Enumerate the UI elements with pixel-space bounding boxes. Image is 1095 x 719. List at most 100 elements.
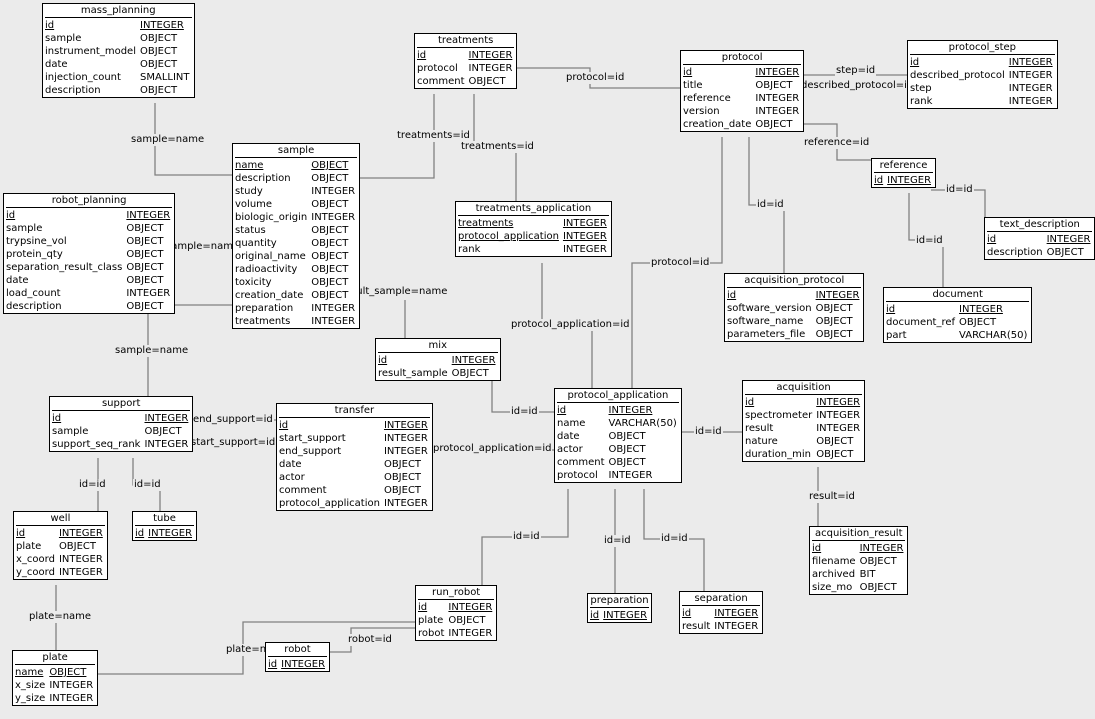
column-row: id INTEGER [267,658,328,671]
column-type: INTEGER [608,470,653,481]
column-type: INTEGER [126,210,171,221]
relation-label: step=id [835,65,877,77]
column-type: INTEGER [281,659,326,670]
column-row: version INTEGER [682,105,802,118]
entity-reference[interactable]: reference id INTEGER [871,158,937,188]
column-list: id INTEGER software_version OBJECT software_… [726,289,862,341]
column-type: OBJECT [140,59,178,70]
column-row: size_mo OBJECT [811,581,906,594]
relation-label: robot=id [347,634,393,646]
entity-title: protocol [683,51,802,65]
column-type: INTEGER [451,355,496,366]
column-name: radioactivity [235,264,298,275]
column-name: size_mo [812,582,853,593]
entity-run_robot[interactable]: run_robot id INTEGER plate OBJECT robot INTEGE… [415,585,498,641]
column-row: id INTEGER [278,419,431,432]
column-type: INTEGER [448,602,493,613]
column-type: INTEGER [755,106,800,117]
relation-label: end_support=id [192,414,274,426]
entity-tube[interactable]: tube id INTEGER [132,511,198,541]
column-name: step [910,83,932,94]
entity-mass_planning[interactable]: mass_planning id INTEGER sample OBJECT instru… [42,3,195,98]
column-row: radioactivity OBJECT [234,263,358,276]
column-name: date [557,431,580,442]
column-type: INTEGER [383,420,428,431]
column-row: protocol INTEGER [556,469,680,482]
column-row: id INTEGER [416,49,515,62]
column-name: injection_count [45,72,121,83]
entity-well[interactable]: well id INTEGER plate OBJECT x_coord INTEGER y_… [13,511,108,580]
entity-protocol_step[interactable]: protocol_step id INTEGER described_protocol… [907,40,1058,109]
column-name: version [683,106,720,117]
entity-acquisition_protocol[interactable]: acquisition_protocol id INTEGER software_ve… [724,273,865,342]
entity-text_description[interactable]: text_description id INTEGER description OBJE… [984,217,1095,260]
column-row: document_ref OBJECT [885,316,1030,329]
column-type: INTEGER [603,610,648,621]
column-type: OBJECT [311,277,349,288]
column-row: archived BIT [811,568,906,581]
entity-mix[interactable]: mix id INTEGER result_sample OBJECT [375,338,501,381]
column-type: OBJECT [49,667,87,678]
relation-label: treatments=id [460,141,535,153]
column-name: sample [6,223,43,234]
entity-protocol_application[interactable]: protocol_application id INTEGER name VARCHAR… [554,388,682,483]
column-row: date OBJECT [5,274,173,287]
entity-robot[interactable]: robot id INTEGER [265,642,331,672]
entity-title: separation [682,592,761,606]
entity-protocol[interactable]: protocol id INTEGER title OBJECT reference INT… [680,50,805,132]
column-type: INTEGER [49,680,94,691]
column-type: INTEGER [1046,234,1091,245]
column-row: filename OBJECT [811,555,906,568]
relation-label: protocol_application=id [510,319,631,331]
column-name: x_coord [16,554,55,565]
column-row: id INTEGER [873,174,934,187]
column-type: OBJECT [383,459,422,470]
relation-label: id=id [512,531,541,543]
column-type: INTEGER [562,244,607,255]
column-row: end_support INTEGER [278,445,431,458]
entity-title: tube [135,512,195,526]
entity-title: acquisition [745,381,863,395]
entity-acquisition_result[interactable]: acquisition_result id INTEGER filename OBJEC… [809,526,909,595]
column-name: separation_result_class [6,262,123,273]
entity-treatments[interactable]: treatments id INTEGER protocol INTEGER commen… [414,33,518,89]
entity-support[interactable]: support id INTEGER sample OBJECT support_seq_… [49,396,194,452]
column-row: y_size INTEGER [14,692,96,705]
column-row: protocol INTEGER [416,62,515,75]
entity-transfer[interactable]: transfer id INTEGER start_support INTEGER end… [276,403,433,511]
entity-title: robot [268,643,328,657]
column-name: plate [418,615,444,626]
column-type: OBJECT [755,119,793,130]
entity-separation[interactable]: separation id INTEGER result INTEGER [679,591,764,634]
entity-treatments_application[interactable]: treatments_application treatments INTEGER p… [455,201,612,257]
column-row: comment OBJECT [278,484,431,497]
column-name: protocol [417,63,458,74]
column-row: id INTEGER [377,354,499,367]
column-row: treatments INTEGER [457,217,610,230]
entity-plate[interactable]: plate name OBJECT x_size INTEGER y_size INTEGE… [12,650,99,706]
column-name: id [727,290,737,301]
column-name: treatments [458,218,514,229]
entity-document[interactable]: document id INTEGER document_ref OBJECT part V… [883,287,1033,343]
entity-title: preparation [590,595,650,608]
entity-acquisition[interactable]: acquisition id INTEGER spectrometer INTEGER r… [742,380,866,462]
relation-label: id=id [694,426,723,438]
entity-preparation[interactable]: preparation id INTEGER [587,593,653,623]
column-name: comment [557,457,605,468]
column-name: id [268,659,278,670]
column-name: support_seq_rank [52,439,141,450]
entity-sample[interactable]: sample name OBJECT description OBJECT study IN… [232,143,361,329]
column-row: result INTEGER [681,620,761,633]
column-name: rank [910,96,933,107]
column-type: OBJECT [126,249,164,260]
column-name: name [15,667,44,678]
column-type: OBJECT [140,85,178,96]
entity-title: transfer [279,404,430,418]
entity-robot_planning[interactable]: robot_planning id INTEGER sample OBJECT tryps… [3,193,176,314]
column-row: sample OBJECT [51,425,191,438]
column-name: result_sample [378,368,448,379]
relation-label: id=id [78,479,107,491]
column-list: id INTEGER document_ref OBJECT part VARCHAR(5… [885,303,1030,342]
column-name: comment [417,76,465,87]
column-type: VARCHAR(50) [959,330,1028,341]
